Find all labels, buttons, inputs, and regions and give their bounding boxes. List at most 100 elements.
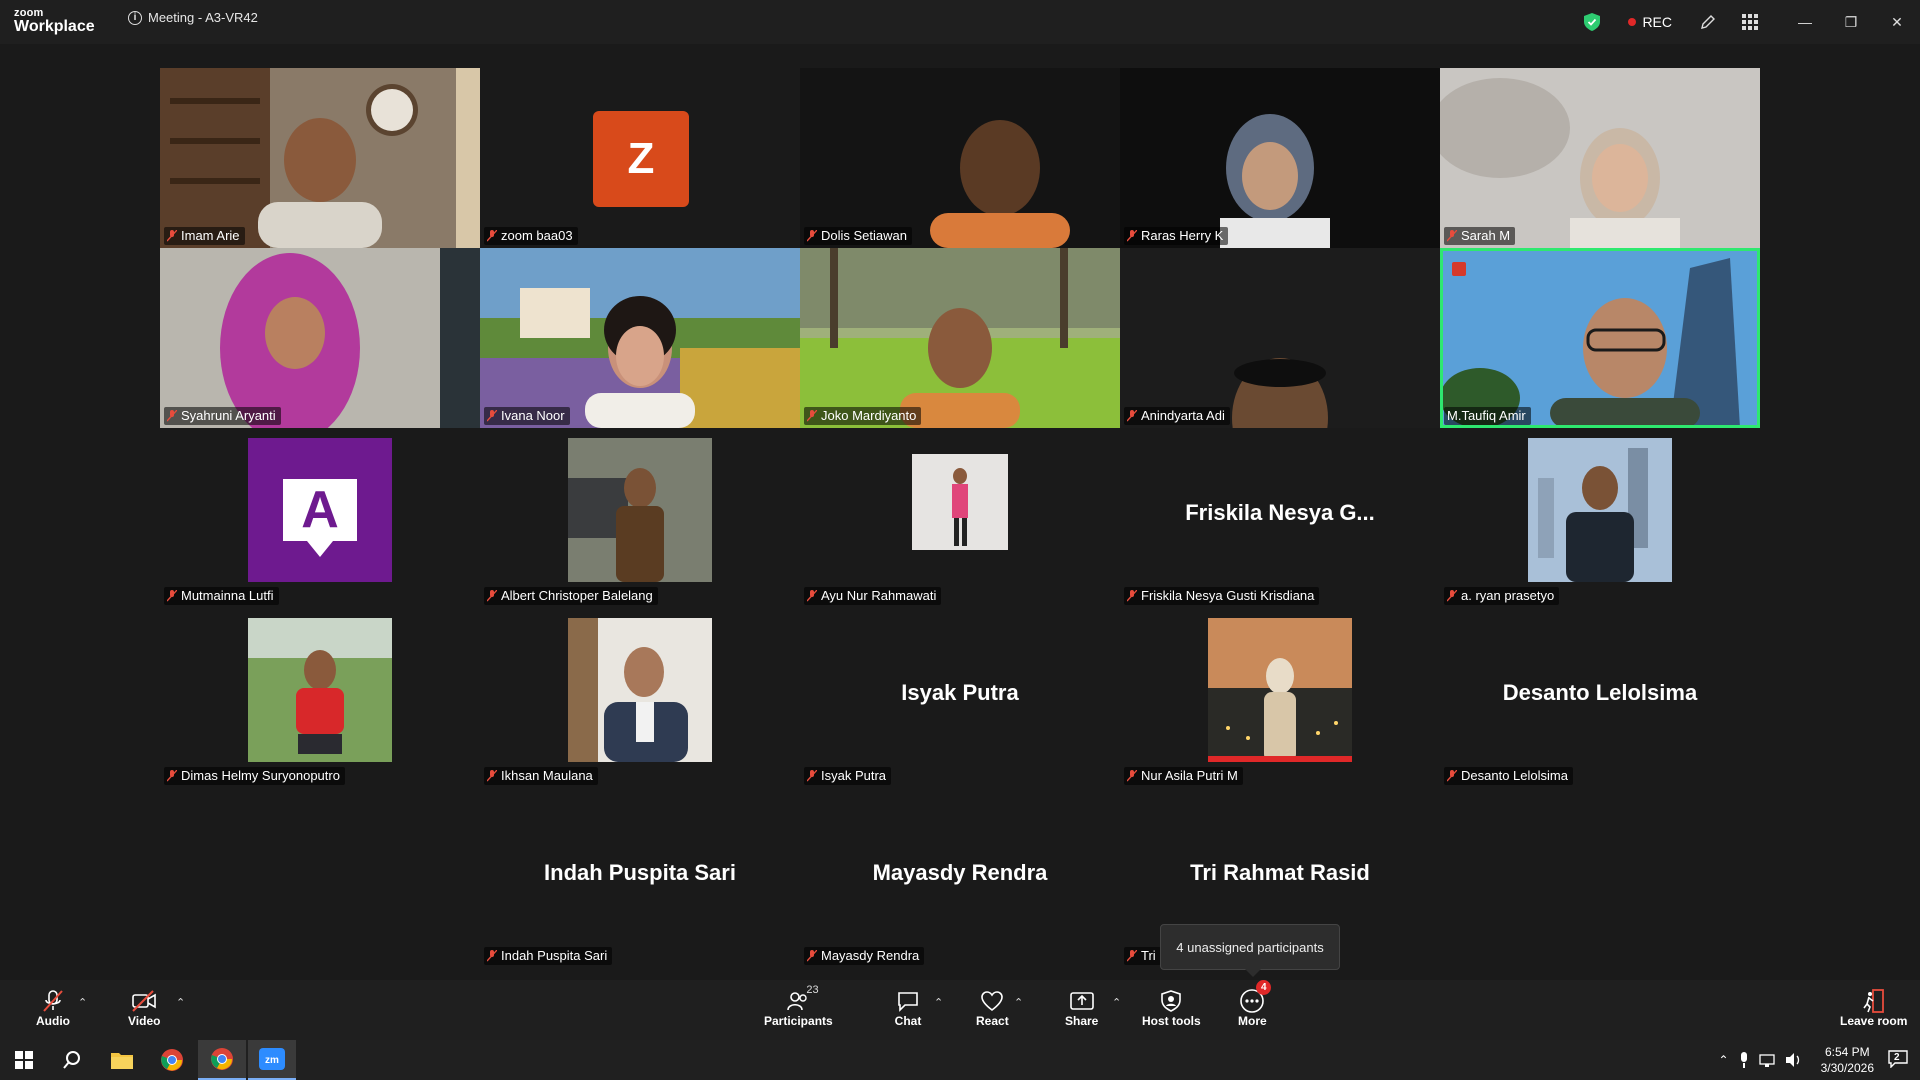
participant-tile[interactable]: Nur Asila Putri M — [1120, 608, 1440, 788]
file-explorer-icon[interactable] — [98, 1040, 146, 1080]
video-feed — [480, 248, 800, 428]
minimize-button[interactable]: — — [1782, 0, 1828, 44]
participant-tile[interactable]: Indah Puspita Sari Indah Puspita Sari — [480, 788, 800, 968]
apps-grid-icon[interactable] — [1740, 12, 1760, 32]
participant-tile[interactable]: a. ryan prasetyo — [1440, 428, 1760, 608]
participant-tile[interactable]: Mayasdy Rendra Mayasdy Rendra — [800, 788, 1120, 968]
participant-display-name: Friskila Nesya G... — [1185, 500, 1375, 525]
participant-tile[interactable]: Dimas Helmy Suryonoputro — [160, 608, 480, 788]
mic-muted-icon — [807, 949, 817, 961]
profile-photo — [248, 618, 392, 762]
participant-nametag: Syahruni Aryanti — [164, 407, 281, 425]
participant-tile[interactable]: Ayu Nur Rahmawati — [800, 428, 1120, 608]
participant-nametag: Dimas Helmy Suryonoputro — [164, 767, 345, 785]
chrome-icon[interactable] — [148, 1040, 196, 1080]
audio-button[interactable]: Audio — [36, 988, 70, 1028]
video-button[interactable]: Video — [128, 988, 160, 1028]
participant-nametag: Albert Christoper Balelang — [484, 587, 658, 605]
participant-nametag: Friskila Nesya Gusti Krisdiana — [1124, 587, 1320, 605]
mic-muted-icon — [807, 769, 817, 781]
heart-icon — [978, 988, 1006, 1014]
participant-display-name: Indah Puspita Sari — [544, 860, 736, 885]
network-icon[interactable] — [1758, 1053, 1775, 1067]
video-feed — [800, 248, 1120, 428]
participant-nametag: Ikhsan Maulana — [484, 767, 598, 785]
chat-options-caret-icon[interactable]: ⌃ — [934, 996, 943, 1009]
participant-tile[interactable]: Z zoom baa03 — [480, 68, 800, 248]
chat-button[interactable]: Chat — [894, 988, 922, 1028]
search-icon[interactable] — [48, 1040, 96, 1080]
volume-icon[interactable] — [1785, 1052, 1803, 1068]
zoom-app-icon[interactable]: zm — [248, 1040, 296, 1080]
participant-nametag: Anindyarta Adi — [1124, 407, 1230, 425]
participant-display-name: Desanto Lelolsima — [1502, 680, 1698, 705]
host-tools-button[interactable]: Host tools — [1142, 988, 1201, 1028]
mic-muted-icon — [1127, 589, 1137, 601]
participant-tile-active-speaker[interactable]: M.Taufiq Amir — [1440, 248, 1760, 428]
mic-muted-icon — [167, 229, 177, 241]
participant-nametag: Ivana Noor — [484, 407, 570, 425]
profile-photo — [912, 454, 1008, 550]
participant-nametag: Sarah M — [1444, 227, 1516, 245]
pencil-icon[interactable] — [1698, 12, 1718, 32]
participant-nametag: Dolis Setiawan — [804, 227, 912, 245]
mic-muted-icon — [1127, 229, 1137, 241]
participant-tile[interactable]: Anindyarta Adi — [1120, 248, 1440, 428]
more-button[interactable]: 4 More — [1238, 980, 1272, 1028]
chrome-profile-icon[interactable] — [198, 1040, 246, 1080]
profile-photo — [1208, 618, 1352, 762]
participant-tile[interactable]: Albert Christoper Balelang — [480, 428, 800, 608]
participants-button[interactable]: 23 Participants — [764, 984, 833, 1028]
participant-tile[interactable]: Dolis Setiawan — [800, 68, 1120, 248]
participant-nametag: zoom baa03 — [484, 227, 578, 245]
video-feed — [160, 248, 480, 428]
participant-tile[interactable]: Syahruni Aryanti — [160, 248, 480, 428]
participant-nametag: Ayu Nur Rahmawati — [804, 587, 942, 605]
participant-tile[interactable]: Imam Arie — [160, 68, 480, 248]
participant-nametag: Mayasdy Rendra — [804, 947, 925, 965]
share-button[interactable]: Share — [1065, 988, 1098, 1028]
svg-text:zm: zm — [265, 1055, 279, 1066]
taskbar-clock[interactable]: 6:54 PM 3/30/2026 — [1821, 1044, 1874, 1076]
participant-nametag: Joko Mardiyanto — [804, 407, 922, 425]
mic-muted-icon — [1127, 409, 1137, 421]
participant-nametag: Isyak Putra — [804, 767, 892, 785]
participant-tile[interactable]: Raras Herry K — [1120, 68, 1440, 248]
react-options-caret-icon[interactable]: ⌃ — [1014, 996, 1023, 1009]
react-button[interactable]: React — [976, 988, 1009, 1028]
participant-tile[interactable]: Joko Mardiyanto — [800, 248, 1120, 428]
tray-chevron-up-icon[interactable]: ⌃ — [1719, 1053, 1729, 1067]
microphone-icon[interactable] — [1739, 1052, 1749, 1068]
notifications-icon[interactable]: 2 — [1888, 1049, 1908, 1071]
recording-indicator[interactable]: REC — [1628, 14, 1672, 30]
participant-tile[interactable]: Sarah M — [1440, 68, 1760, 248]
shield-icon[interactable] — [1584, 13, 1601, 31]
participant-tile[interactable]: Ikhsan Maulana — [480, 608, 800, 788]
mic-muted-icon — [167, 409, 177, 421]
meeting-info[interactable]: i Meeting - A3-VR42 — [128, 10, 258, 25]
share-screen-icon — [1068, 988, 1096, 1014]
participant-tile[interactable]: Friskila Nesya G... Friskila Nesya Gusti… — [1120, 428, 1440, 608]
video-options-caret-icon[interactable]: ⌃ — [176, 996, 185, 1009]
participants-icon: 23 — [784, 984, 819, 1014]
mic-muted-icon — [167, 589, 177, 601]
share-options-caret-icon[interactable]: ⌃ — [1112, 996, 1121, 1009]
participant-tile[interactable]: Isyak Putra Isyak Putra — [800, 608, 1120, 788]
mic-muted-icon — [1447, 589, 1457, 601]
participant-tile[interactable]: Ivana Noor — [480, 248, 800, 428]
mic-muted-icon — [1127, 949, 1137, 961]
participant-avatar: Z — [593, 111, 689, 207]
mic-muted-icon — [167, 769, 177, 781]
leave-room-button[interactable]: Leave room — [1840, 988, 1907, 1028]
windows-start-icon[interactable] — [0, 1040, 48, 1080]
participant-tile[interactable]: Desanto Lelolsima Desanto Lelolsima — [1440, 608, 1760, 788]
participant-display-name: Tri Rahmat Rasid — [1190, 860, 1370, 885]
participant-tile[interactable]: A Mutmainna Lutfi — [160, 428, 480, 608]
host-shield-icon — [1157, 988, 1185, 1014]
close-button[interactable]: ✕ — [1874, 0, 1920, 44]
audio-options-caret-icon[interactable]: ⌃ — [78, 996, 87, 1009]
participant-display-name: Isyak Putra — [901, 680, 1019, 705]
restore-button[interactable]: ❐ — [1828, 0, 1874, 44]
participant-nametag: M.Taufiq Amir — [1444, 407, 1531, 425]
participants-count: 23 — [806, 984, 819, 996]
